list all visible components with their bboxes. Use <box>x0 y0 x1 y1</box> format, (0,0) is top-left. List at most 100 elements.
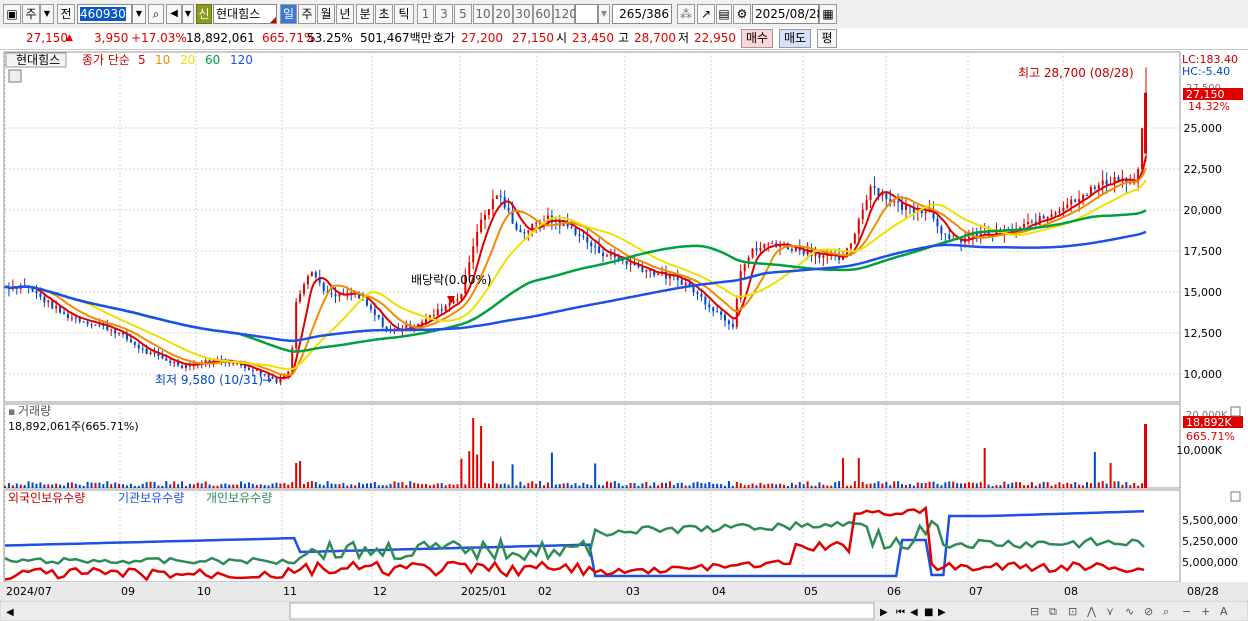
price-tick-label: 20,000 <box>1184 204 1223 217</box>
period-tab-2[interactable]: 월 <box>317 4 335 24</box>
candle-body <box>149 352 152 354</box>
volume-bar <box>1019 482 1022 488</box>
candle-body <box>480 219 483 232</box>
candle-body <box>1058 211 1061 213</box>
volume-bar <box>275 482 278 488</box>
interval-10[interactable]: 10 <box>473 4 493 24</box>
stock-name-field[interactable]: 현대힘스 <box>213 4 277 24</box>
period-tab-4[interactable]: 분 <box>356 4 374 24</box>
code-input[interactable]: 460930 <box>77 4 132 24</box>
volume-bar <box>484 483 487 488</box>
candle-body <box>1066 204 1069 208</box>
candle-body <box>1082 194 1085 200</box>
interval-3[interactable]: 3 <box>435 4 453 24</box>
volume-bar <box>259 484 262 488</box>
speaker-icon[interactable]: ◀ <box>166 4 182 24</box>
code-dropdown-icon[interactable]: ▼ <box>132 4 146 24</box>
window-menu-icon[interactable]: ▣ <box>3 4 21 24</box>
eval-button[interactable]: 평 <box>817 29 837 48</box>
candle-body <box>822 255 825 258</box>
market-dropdown-icon[interactable]: ▼ <box>40 4 54 24</box>
volume-value: 18,892,061 <box>186 31 255 45</box>
candle-body <box>920 210 923 214</box>
prev-button[interactable]: 전 <box>57 4 75 24</box>
calendar-icon[interactable]: ▦ <box>819 4 837 24</box>
market-select[interactable]: 주 <box>22 4 40 24</box>
volume-bar <box>661 482 664 488</box>
candle-body <box>716 311 719 313</box>
volume-bar <box>157 485 160 488</box>
volume-bar <box>247 482 250 488</box>
search-icon[interactable]: ⌕ <box>148 4 164 24</box>
buy-button[interactable]: 매수 <box>741 29 773 48</box>
candle-body <box>1054 212 1057 215</box>
volume-bar <box>212 485 215 488</box>
volume-bar <box>853 481 856 488</box>
buy-label: 매수 <box>745 31 769 45</box>
interval-120[interactable]: 120 <box>553 4 577 24</box>
custom-interval-input[interactable] <box>575 4 598 24</box>
candle-body <box>586 236 589 243</box>
interval-1[interactable]: 1 <box>417 4 434 24</box>
candle-body <box>381 317 384 327</box>
volume-bar <box>952 481 955 488</box>
candle-body <box>849 243 852 249</box>
volume-bar <box>609 482 612 488</box>
prev-label: 전 <box>60 7 72 21</box>
volume-bar <box>1097 482 1100 488</box>
candle-body <box>507 207 510 211</box>
volume-bar <box>299 461 302 488</box>
candle-body <box>448 303 451 306</box>
period-tab-3[interactable]: 년 <box>336 4 354 24</box>
candle-body <box>657 274 660 276</box>
volume-bar <box>633 483 636 488</box>
volume-tick-label: 10,000K <box>1176 444 1222 457</box>
interval-dropdown-icon[interactable]: ▼ <box>598 4 610 24</box>
volume-bar <box>137 485 140 488</box>
chart-area[interactable]: 25,000 22,500 20,000 17,500 15,000 12,500 10,0… <box>0 50 1248 621</box>
candle-body <box>1085 194 1088 196</box>
period-tab-5[interactable]: 초 <box>375 4 393 24</box>
volume-bar <box>181 481 184 488</box>
period-tab-1[interactable]: 주 <box>298 4 316 24</box>
volume-bar <box>31 482 34 488</box>
date-input[interactable]: 2025/08/28 <box>752 4 824 24</box>
pct-tag: 14.32% <box>1188 100 1230 113</box>
bid-label: 호가 <box>433 31 456 45</box>
save-icon[interactable]: ▤ <box>716 4 732 24</box>
volume-bar <box>224 483 227 488</box>
holdings-tick-label: 5,000,000 <box>1182 556 1238 569</box>
interval-5[interactable]: 5 <box>454 4 472 24</box>
interval-30[interactable]: 30 <box>513 4 533 24</box>
volume-bar <box>704 483 707 488</box>
sell-button[interactable]: 매도 <box>779 29 811 48</box>
candle-body <box>70 317 73 319</box>
volume-bar <box>362 484 365 488</box>
candle-body <box>869 186 872 200</box>
speaker-dropdown-icon[interactable]: ▼ <box>182 4 194 24</box>
volume-bar <box>240 481 243 488</box>
volume-bar <box>169 484 172 488</box>
volume-bar <box>98 482 101 488</box>
candle-body <box>137 344 140 349</box>
draw-icon[interactable]: ↗ <box>697 4 715 24</box>
volume-bar <box>885 481 888 488</box>
volume-bar <box>90 482 93 488</box>
count-field[interactable]: 265/386 <box>612 4 672 24</box>
candle-body <box>759 247 762 251</box>
volume-bar <box>1026 485 1029 488</box>
interval-20[interactable]: 20 <box>493 4 513 24</box>
candle-body <box>444 305 447 311</box>
period-tab-0[interactable]: 일 <box>280 4 297 24</box>
volume-bar <box>476 454 479 488</box>
interval-60[interactable]: 60 <box>533 4 553 24</box>
volume-bar <box>845 485 848 488</box>
candle-body <box>334 294 337 297</box>
gear-icon[interactable]: ⚙ <box>733 4 751 24</box>
ma-legend-prefix: 종가 단순 <box>82 53 130 67</box>
compare-icon[interactable]: ⁂ <box>677 4 695 24</box>
volume-bar <box>759 482 762 488</box>
volume-bar <box>177 484 180 488</box>
period-tab-6[interactable]: 틱 <box>394 4 414 24</box>
volume-bar <box>47 484 50 488</box>
